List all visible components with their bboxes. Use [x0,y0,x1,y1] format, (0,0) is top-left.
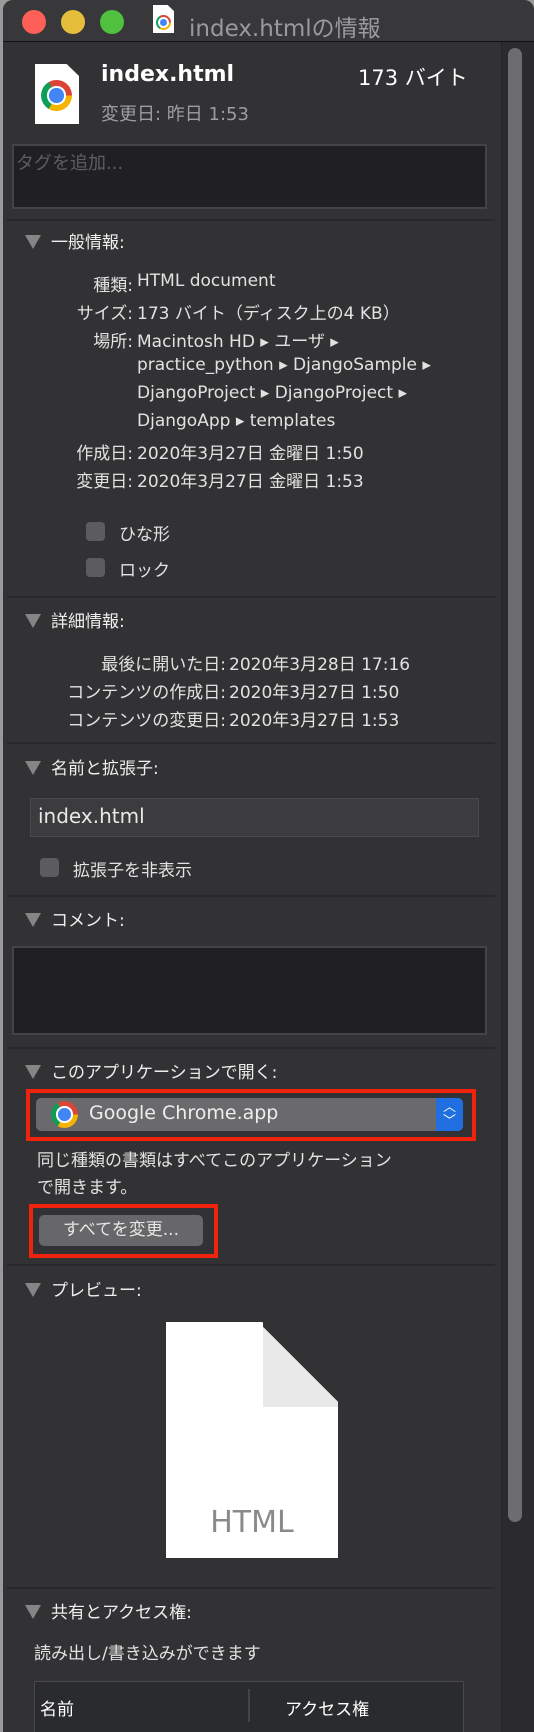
name-input[interactable]: index.html [30,798,479,837]
modified-value: 2020年3月27日 金曜日 1:53 [137,472,364,492]
hide-extension-checkbox[interactable] [40,858,59,877]
content-modified-label: コンテンツの変更日: [67,711,226,731]
size-value: 173 バイト（ディスク上の4 KB） [137,304,400,324]
section-open-with[interactable]: このアプリケーションで開く: [25,1058,277,1083]
content-created-label: コンテンツの作成日: [67,683,226,703]
minimize-button[interactable] [61,10,85,34]
where-value-line: practice_python ▸ DjangoSample ▸ [137,355,431,375]
kind-label: 種類: [93,276,133,296]
section-title: コメント: [51,911,125,931]
sharing-status: 読み出し/書き込みができます [34,1644,261,1664]
zoom-button[interactable] [100,10,124,34]
file-icon [153,5,174,33]
column-header-name[interactable]: 名前 [40,1695,74,1720]
section-sharing[interactable]: 共有とアクセス権: [25,1598,192,1623]
created-value: 2020年3月27日 金曜日 1:50 [137,444,364,464]
where-value-line: DjangoApp ▸ templates [137,411,336,431]
close-button[interactable] [22,10,46,34]
comments-textarea[interactable] [12,946,487,1035]
stationery-label: ひな形 [119,525,170,545]
created-label: 作成日: [76,444,133,464]
disclosure-triangle-icon[interactable] [25,614,41,628]
section-preview[interactable]: プレビュー: [25,1276,142,1301]
locked-checkbox[interactable] [86,558,105,577]
modified-date: 変更日: 昨日 1:53 [101,104,249,125]
where-value-line: Macintosh HD ▸ ユーザ ▸ [137,332,339,352]
content-created-value: 2020年3月27日 1:50 [229,683,400,703]
disclosure-triangle-icon[interactable] [25,235,41,249]
section-general[interactable]: 一般情報: [25,228,125,253]
where-label: 場所: [93,332,133,352]
disclosure-triangle-icon[interactable] [25,1283,41,1297]
modified-label: 変更日: [76,472,133,492]
disclosure-triangle-icon[interactable] [25,913,41,927]
disclosure-triangle-icon[interactable] [25,761,41,775]
section-name-extension[interactable]: 名前と拡張子: [25,754,159,779]
kind-value: HTML document [137,271,276,291]
disclosure-triangle-icon[interactable] [25,1605,41,1619]
file-icon-large [35,64,79,124]
last-opened-label: 最後に開いた日: [101,655,226,675]
section-title: 一般情報: [51,233,125,253]
where-value-line: DjangoProject ▸ DjangoProject ▸ [137,383,407,403]
last-opened-value: 2020年3月28日 17:16 [229,655,411,675]
column-divider [248,1689,250,1722]
open-with-note: 同じ種類の書類はすべてこのアプリケーション [37,1151,392,1171]
open-with-note: で開きます。 [37,1178,138,1198]
title-bar: index.htmlの情報 [3,0,534,42]
scrollbar[interactable] [501,42,534,1732]
chrome-icon [41,80,72,111]
section-comments[interactable]: コメント: [25,906,125,931]
section-title: プレビュー: [51,1281,142,1301]
hide-extension-label: 拡張子を非表示 [73,861,192,881]
content-modified-value: 2020年3月27日 1:53 [229,711,400,731]
window-title: index.htmlの情報 [189,16,381,42]
stationery-checkbox[interactable] [86,522,105,541]
section-title: 詳細情報: [51,612,125,632]
tags-placeholder: タグを追加... [16,153,124,174]
section-more-info[interactable]: 詳細情報: [25,607,125,632]
permissions-table: 名前 アクセス権 [34,1681,464,1732]
tags-input[interactable]: タグを追加... [12,144,487,209]
section-title: 名前と拡張子: [51,759,159,779]
file-size: 173 バイト [358,66,468,90]
chrome-icon [156,15,171,30]
column-header-privilege[interactable]: アクセス権 [285,1695,369,1720]
file-name: index.html [101,62,235,87]
section-title: 共有とアクセス権: [51,1603,192,1623]
section-title: このアプリケーションで開く: [51,1063,278,1083]
preview-doc-label: HTML [210,1505,294,1540]
highlight-box [29,1204,218,1258]
info-window: index.htmlの情報 index.html 173 バイト 変更日: 昨日… [3,0,534,1732]
disclosure-triangle-icon[interactable] [25,1065,41,1079]
highlight-box [26,1089,476,1141]
scrollbar-thumb[interactable] [508,48,522,1522]
page-curl [263,1322,338,1407]
locked-label: ロック [119,561,170,581]
size-label: サイズ: [76,304,133,324]
